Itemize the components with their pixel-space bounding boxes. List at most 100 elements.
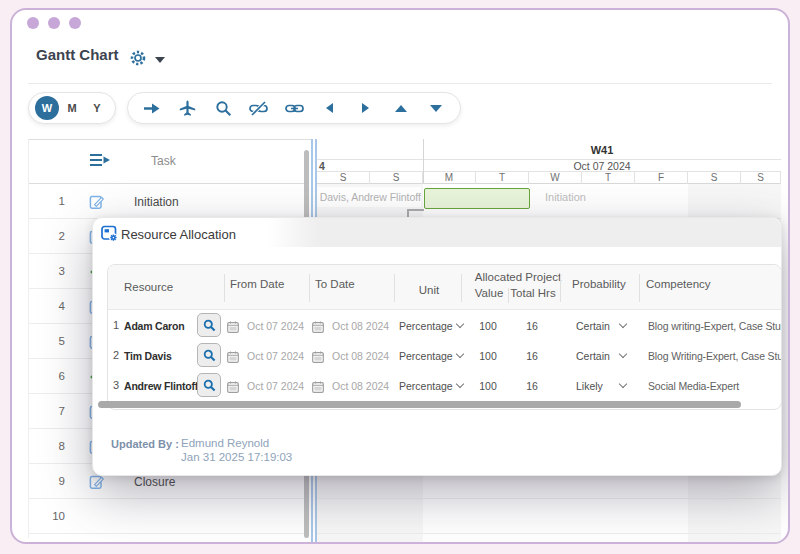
link-icon[interactable] (284, 98, 304, 118)
col-divider (394, 274, 395, 302)
day-cell: S (370, 172, 423, 184)
view-switcher: W M Y (28, 92, 116, 124)
day-cell: T (582, 172, 635, 184)
page-title: Gantt Chart (36, 46, 119, 63)
modal-header-band (268, 218, 781, 247)
col-probability: Probability (572, 278, 626, 290)
search-icon[interactable] (213, 98, 233, 118)
col-to-date: To Date (315, 278, 355, 290)
col-divider (224, 274, 225, 302)
col-competency: Competency (646, 278, 711, 290)
move-right-icon[interactable] (355, 98, 375, 118)
prev-week-date-fragment: 4 (319, 160, 325, 172)
critical-path-plane-icon[interactable] (178, 98, 198, 118)
calendar-icon[interactable] (227, 319, 239, 337)
task-bar-label: Initiation (545, 191, 586, 203)
timeline-date-row: 4 Oct 07 2024 (317, 160, 781, 172)
total-hours: 16 (512, 320, 552, 332)
row-number: 3 (43, 265, 65, 277)
allocation-row: 1Adam CaronOct 07 2024Oct 08 2024Percent… (108, 310, 782, 340)
resource-search-button[interactable] (197, 313, 221, 337)
from-date-value[interactable]: Oct 07 2024 (247, 350, 304, 362)
unit-select[interactable]: Percentage (399, 350, 453, 362)
row-menu-icon[interactable] (89, 152, 111, 172)
competency-value: Social Media-Expert (648, 380, 739, 392)
move-up-icon[interactable] (391, 98, 411, 118)
day-cell: W (529, 172, 582, 184)
chevron-down-icon[interactable] (456, 380, 464, 388)
resource-name: Tim Davis (124, 350, 172, 362)
unlink-icon[interactable] (249, 98, 269, 118)
to-date-value[interactable]: Oct 08 2024 (332, 350, 389, 362)
resource-search-button[interactable] (197, 373, 221, 397)
task-name: Initiation (134, 195, 179, 209)
move-down-icon[interactable] (426, 98, 446, 118)
to-date-value[interactable]: Oct 08 2024 (332, 320, 389, 332)
view-year-button[interactable]: Y (85, 102, 109, 114)
allocated-value[interactable]: 100 (468, 350, 508, 362)
chevron-down-icon[interactable] (456, 320, 464, 328)
probability-select[interactable]: Likely (576, 380, 603, 392)
row-number: 10 (43, 510, 65, 522)
gantt-timeline-header: W41 4 Oct 07 2024 SSMTWTFSS (317, 139, 781, 184)
col-value: Value (469, 287, 509, 299)
row-number: 7 (43, 405, 65, 417)
week-label: W41 (423, 144, 781, 156)
modal-horizontal-scrollbar[interactable] (98, 401, 741, 408)
from-date-value[interactable]: Oct 07 2024 (247, 380, 304, 392)
to-date-value[interactable]: Oct 08 2024 (332, 380, 389, 392)
row-number: 8 (43, 440, 65, 452)
row-number: 6 (43, 370, 65, 382)
chevron-down-icon[interactable] (619, 350, 627, 358)
edit-task-icon[interactable] (89, 194, 105, 210)
competency-value: Blog writing-Expert, Case Studies (648, 320, 782, 332)
unit-select[interactable]: Percentage (399, 380, 453, 392)
col-resource: Resource (124, 281, 173, 293)
calendar-icon[interactable] (227, 349, 239, 367)
row-number: 4 (43, 300, 65, 312)
chevron-down-icon[interactable] (619, 320, 627, 328)
day-cell: T (476, 172, 529, 184)
col-unit: Unit (405, 284, 453, 296)
updated-by-label: Updated By : (111, 438, 179, 450)
allocated-value[interactable]: 100 (468, 320, 508, 332)
view-month-button[interactable]: M (60, 102, 84, 114)
allocation-table-header: Resource From Date To Date Unit Allocate… (108, 265, 782, 310)
probability-select[interactable]: Certain (576, 320, 610, 332)
row-number: 9 (43, 475, 65, 487)
probability-select[interactable]: Certain (576, 350, 610, 362)
task-bar-initiation[interactable] (424, 188, 530, 209)
title-dropdown-caret-icon[interactable] (155, 57, 165, 63)
day-cell: F (635, 172, 688, 184)
allocated-value[interactable]: 100 (468, 380, 508, 392)
gantt-toolbar (127, 92, 461, 124)
task-column-header: Task (151, 154, 176, 168)
from-date-value[interactable]: Oct 07 2024 (247, 320, 304, 332)
edit-task-icon[interactable] (89, 474, 105, 490)
dependency-connector (407, 209, 424, 211)
calendar-icon[interactable] (227, 379, 239, 397)
task-table-header: Task (29, 139, 306, 184)
chevron-down-icon[interactable] (619, 380, 627, 388)
chevron-down-icon[interactable] (456, 350, 464, 358)
move-left-icon[interactable] (320, 98, 340, 118)
task-row[interactable]: 1Initiation (29, 184, 306, 219)
view-week-button[interactable]: W (35, 96, 59, 120)
total-hours: 16 (512, 380, 552, 392)
calendar-icon[interactable] (312, 319, 324, 337)
task-row[interactable]: 10 (29, 499, 306, 534)
row-number: 2 (43, 230, 65, 242)
resource-search-button[interactable] (197, 343, 221, 367)
competency-value: Blog Writing-Expert, Case Studies (648, 350, 782, 362)
total-hours: 16 (512, 350, 552, 362)
calendar-icon[interactable] (312, 349, 324, 367)
day-cell: S (741, 172, 781, 184)
updated-by-name: Edmund Reynold (181, 437, 269, 449)
col-divider (560, 274, 561, 302)
window-dot-1 (27, 17, 39, 29)
go-to-task-icon[interactable] (142, 98, 162, 118)
settings-gear-icon[interactable] (130, 50, 146, 70)
calendar-icon[interactable] (312, 379, 324, 397)
unit-select[interactable]: Percentage (399, 320, 453, 332)
col-divider (461, 274, 462, 302)
